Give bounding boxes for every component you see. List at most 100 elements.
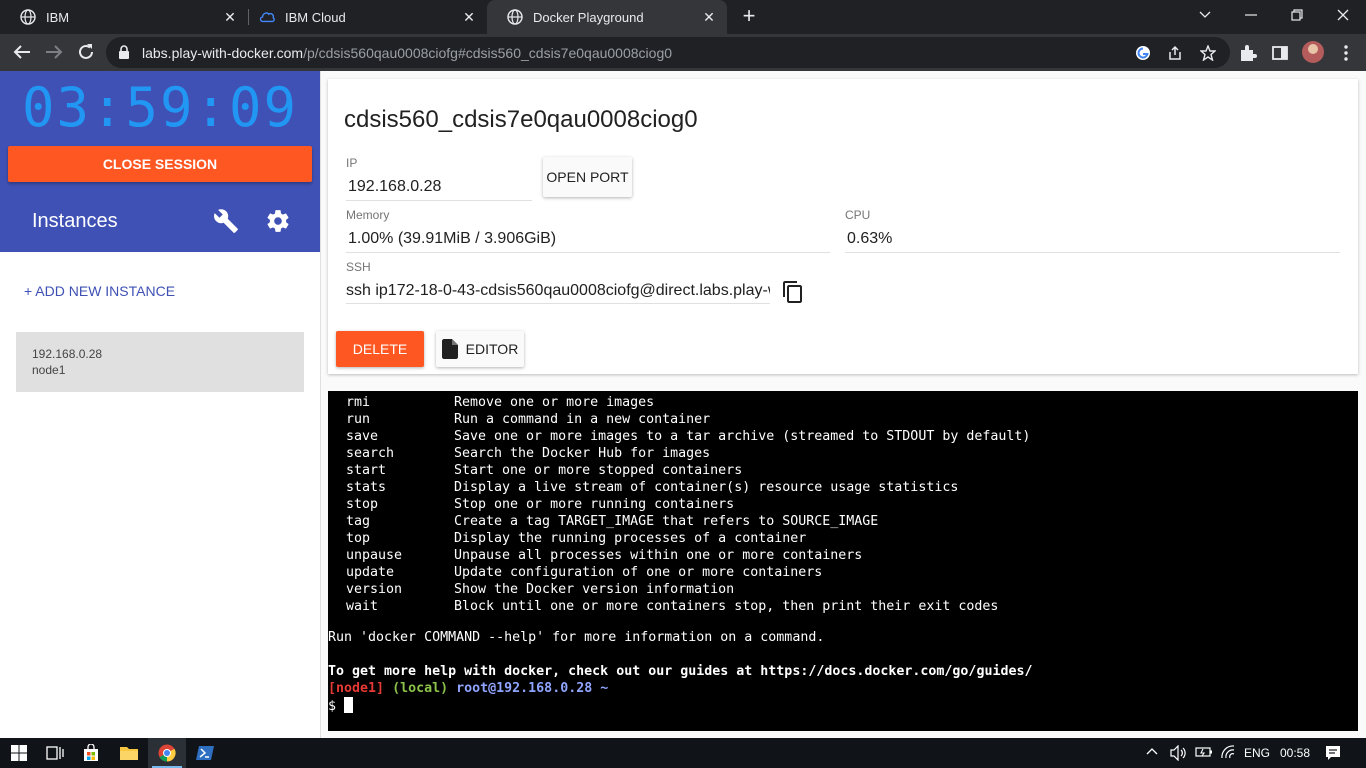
terminal-command-row: unpause Unpause all processes within one … — [328, 547, 1358, 564]
sidebar-divider — [320, 71, 321, 738]
terminal-command-desc: Create a tag TARGET_IMAGE that refers to… — [454, 514, 879, 529]
extensions-icon[interactable] — [1238, 43, 1258, 63]
battery-icon[interactable] — [1195, 745, 1213, 762]
side-panel-icon[interactable] — [1270, 43, 1290, 63]
terminal-command-desc: Block until one or more containers stop,… — [454, 599, 999, 614]
add-new-instance-button[interactable]: + ADD NEW INSTANCE — [24, 283, 175, 299]
ssh-underline — [346, 303, 770, 304]
terminal-command-desc: Display the running processes of a conta… — [454, 531, 807, 546]
restore-button[interactable] — [1274, 0, 1320, 30]
clock[interactable]: 00:58 — [1280, 746, 1310, 760]
terminal-command-desc: Display a live stream of container(s) re… — [454, 480, 959, 495]
tab-title: Docker Playground — [533, 9, 644, 25]
volume-icon[interactable] — [1170, 744, 1188, 764]
language-indicator[interactable]: ENG — [1244, 746, 1270, 760]
terminal-command-row: save Save one or more images to a tar arc… — [328, 428, 1358, 445]
terminal-command-desc: Start one or more stopped containers — [454, 463, 743, 478]
cpu-field: 0.63% — [847, 230, 893, 247]
task-view-icon[interactable] — [36, 738, 74, 768]
wifi-icon[interactable] — [1220, 745, 1236, 762]
chevron-up-icon[interactable] — [1146, 745, 1158, 760]
terminal-command-row: search Search the Docker Hub for images — [328, 445, 1358, 462]
tab-docker-playground[interactable]: Docker Playground ✕ — [487, 0, 727, 34]
terminal-command-name: stop — [346, 497, 379, 512]
share-icon[interactable] — [1166, 44, 1184, 62]
gear-icon[interactable] — [265, 208, 291, 234]
instance-list-item[interactable]: 192.168.0.28 node1 — [16, 332, 304, 392]
instances-title: Instances — [32, 210, 118, 232]
terminal-input-line[interactable]: $ — [328, 697, 354, 714]
ibm-cloud-icon — [259, 9, 275, 25]
terminal-command-name: tag — [346, 514, 371, 529]
cpu-underline — [845, 252, 1340, 253]
terminal-command-name: stats — [346, 480, 387, 495]
lock-icon[interactable] — [118, 45, 130, 64]
terminal-command-row: start Start one or more stopped container… — [328, 462, 1358, 479]
forward-arrow-icon[interactable] — [42, 40, 66, 64]
memory-label: Memory — [346, 208, 390, 222]
wrench-icon[interactable] — [213, 208, 239, 234]
browser-toolbar: labs.play-with-docker.com/p/cdsis560qau0… — [0, 34, 1366, 71]
terminal-command-name: wait — [346, 599, 379, 614]
close-window-button[interactable] — [1320, 0, 1366, 30]
bookmark-star-icon[interactable] — [1199, 44, 1217, 62]
close-icon[interactable]: ✕ — [461, 9, 477, 25]
open-port-button[interactable]: OPEN PORT — [543, 157, 632, 197]
powershell-icon[interactable] — [186, 738, 224, 768]
tab-search-icon[interactable] — [1182, 0, 1228, 30]
close-icon[interactable]: ✕ — [701, 9, 717, 25]
terminal-command-row: top Display the running processes of a co… — [328, 530, 1358, 547]
reload-icon[interactable] — [74, 40, 98, 64]
memory-underline — [346, 252, 830, 253]
instance-ip: 192.168.0.28 — [32, 347, 103, 361]
url-text: labs.play-with-docker.com/p/cdsis560qau0… — [142, 45, 672, 61]
globe-icon — [20, 9, 36, 25]
terminal-prompt: [node1] (local) root@192.168.0.28 ~ — [328, 680, 608, 697]
cpu-label: CPU — [845, 208, 871, 222]
terminal-command-name: unpause — [346, 548, 403, 563]
ip-field[interactable]: 192.168.0.28 — [348, 178, 528, 196]
address-bar[interactable]: labs.play-with-docker.com/p/cdsis560qau0… — [106, 37, 1230, 68]
google-icon[interactable] — [1134, 44, 1152, 62]
url-path: /p/cdsis560qau0008ciofg#cdsis560_cdsis7e… — [303, 45, 673, 61]
windows-start-icon[interactable] — [0, 738, 38, 768]
terminal-command-name: search — [346, 446, 395, 461]
instance-name: node1 — [32, 363, 66, 377]
store-icon[interactable] — [72, 738, 110, 768]
back-arrow-icon[interactable] — [10, 40, 34, 64]
tab-ibm-cloud[interactable]: IBM Cloud ✕ — [249, 0, 487, 34]
prompt-node: [node1] — [328, 681, 385, 696]
copy-icon[interactable] — [781, 280, 805, 304]
terminal[interactable]: rmi Remove one or more images run Run a com… — [328, 391, 1358, 731]
close-session-button[interactable]: CLOSE SESSION — [8, 146, 312, 182]
file-explorer-icon[interactable] — [110, 738, 148, 768]
terminal-command-name: start — [346, 463, 387, 478]
terminal-command-row: stop Stop one or more running containers — [328, 496, 1358, 513]
delete-button[interactable]: DELETE — [336, 331, 424, 367]
terminal-command-row: run Run a command in a new container — [328, 411, 1358, 428]
menu-dots-icon[interactable] — [1336, 43, 1356, 63]
tab-title: IBM — [46, 9, 70, 25]
tab-title: IBM Cloud — [285, 9, 346, 25]
close-icon[interactable]: ✕ — [222, 9, 238, 25]
prompt-symbol: $ — [328, 699, 337, 714]
instance-title: cdsis560_cdsis7e0qau0008ciog0 — [344, 106, 698, 133]
terminal-command-desc: Unpause all processes within one or more… — [454, 548, 863, 563]
terminal-command-name: version — [346, 582, 403, 597]
profile-avatar[interactable] — [1302, 41, 1324, 63]
tab-ibm[interactable]: IBM ✕ — [0, 0, 248, 34]
editor-button[interactable]: EDITOR — [436, 331, 524, 367]
terminal-command-desc: Search the Docker Hub for images — [454, 446, 711, 461]
tab-bar: IBM ✕ IBM Cloud ✕ Docker Playground ✕ + — [0, 0, 1366, 34]
terminal-command-desc: Stop one or more running containers — [454, 497, 735, 512]
chrome-icon[interactable] — [148, 738, 186, 768]
editor-label: EDITOR — [465, 341, 519, 357]
session-timer: 03:59:09 — [21, 76, 299, 139]
minimize-button[interactable] — [1228, 0, 1274, 30]
terminal-guides-line: To get more help with docker, check out … — [328, 664, 1033, 679]
new-tab-button[interactable]: + — [738, 5, 760, 28]
ip-label: IP — [346, 156, 358, 170]
notification-icon[interactable] — [1325, 745, 1341, 764]
ssh-field[interactable]: ssh ip172-18-0-43-cdsis560qau0008ciofg@d… — [346, 282, 770, 300]
sidebar-header: 03:59:09 CLOSE SESSION Instances — [0, 71, 320, 252]
